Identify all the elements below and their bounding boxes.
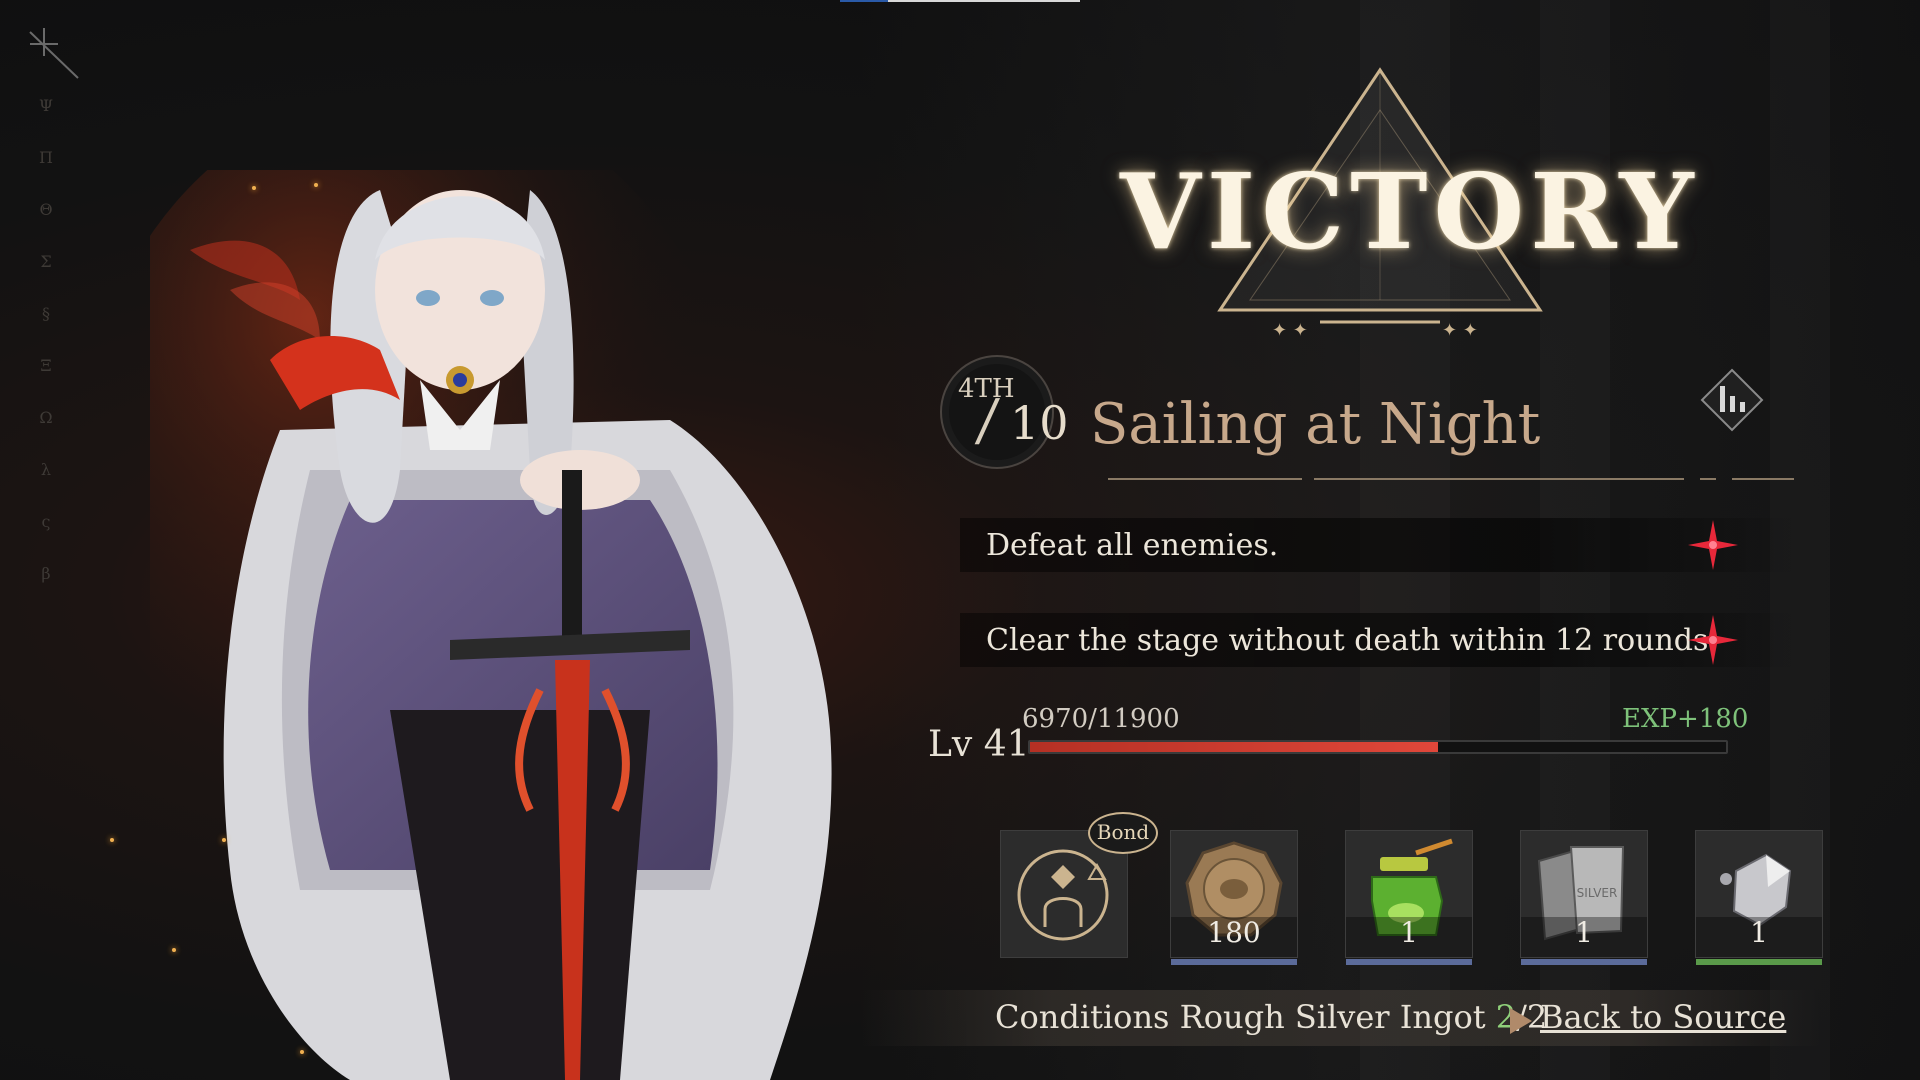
stage-underline [1700, 478, 1716, 480]
exp-gain: EXP+180 [1622, 704, 1749, 734]
reward-quantity: 1 [1575, 916, 1593, 949]
svg-text:✦ ✦: ✦ ✦ [1272, 320, 1308, 341]
stage-title: Sailing at Night [1090, 392, 1541, 457]
character-portrait [150, 170, 832, 1080]
bond-tag: Bond [1088, 812, 1158, 854]
objective-text: Clear the stage without death within 12 … [986, 623, 1709, 658]
rarity-bar [1696, 959, 1822, 965]
stage-underline [1108, 478, 1302, 480]
top-progress-strip [840, 0, 1080, 2]
condition-label: Conditions Rough Silver Ingot [995, 998, 1496, 1036]
ember-particle [172, 948, 176, 952]
stage-total: 10 [1010, 396, 1069, 450]
reward-item[interactable]: 180 [1170, 830, 1298, 965]
corner-sigil-icon [29, 28, 79, 79]
objective-row: Defeat all enemies. [960, 518, 1800, 572]
svg-text:✦ ✦: ✦ ✦ [1442, 320, 1478, 341]
rarity-bar [1346, 959, 1472, 965]
ember-particle [110, 838, 114, 842]
rarity-bar [1521, 959, 1647, 965]
level-label: Lv 41 [928, 724, 1030, 765]
play-arrow-icon [1510, 1008, 1532, 1034]
battle-stats-button[interactable] [1700, 368, 1764, 432]
rarity-bar [1171, 959, 1297, 965]
reward-quantity: 1 [1400, 916, 1418, 949]
rune-column: Ψ Π Θ Σ § Ξ Ωλ ς β [38, 96, 54, 583]
stage-underline [1314, 478, 1684, 480]
reward-item[interactable]: 1 [1345, 830, 1473, 965]
reward-item[interactable]: SILVER 1 [1520, 830, 1648, 965]
exp-bar [1028, 740, 1728, 754]
svg-text:SILVER: SILVER [1577, 886, 1618, 900]
objective-text: Defeat all enemies. [986, 528, 1279, 563]
reward-quantity: 1 [1750, 916, 1768, 949]
ember-particle [252, 186, 256, 190]
reward-quantity: 180 [1207, 916, 1261, 949]
objective-row: Clear the stage without death within 12 … [960, 613, 1800, 667]
ember-particle [300, 1050, 304, 1054]
condition-text: Conditions Rough Silver Ingot 2/2 [995, 998, 1547, 1036]
objective-star-icon [1688, 615, 1738, 665]
reward-item[interactable]: 1 [1695, 830, 1823, 965]
exp-bar-fill [1030, 742, 1438, 752]
ember-particle [222, 838, 226, 842]
objective-star-icon [1688, 520, 1738, 570]
stage-underline [1732, 478, 1794, 480]
ember-particle [314, 183, 318, 187]
exp-current: 6970/11900 [1022, 704, 1180, 734]
back-to-source-link[interactable]: Back to Source [1540, 998, 1786, 1036]
victory-title: VICTORY [1120, 150, 1700, 273]
